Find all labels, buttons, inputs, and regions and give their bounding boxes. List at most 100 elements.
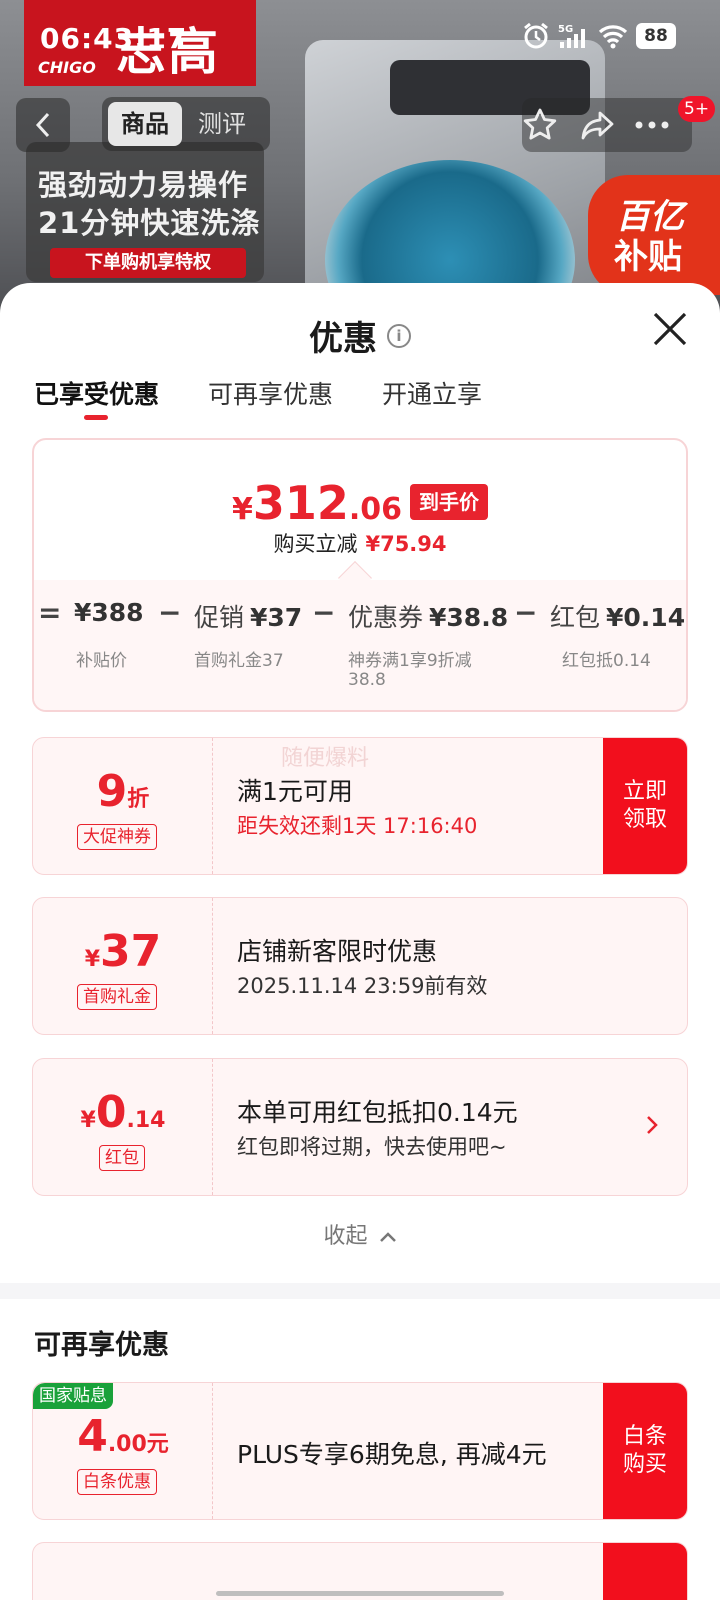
price-integer: 312: [252, 476, 349, 530]
coupon-value-area: ¥37 首购礼金: [33, 898, 213, 1034]
breakdown-op: −: [312, 596, 336, 629]
price-currency: ¥: [231, 492, 253, 527]
coupon-title: 本单可用红包抵扣0.14元: [237, 1098, 518, 1127]
coupon-validity: 2025.11.14 23:59前有效: [237, 974, 488, 998]
breakdown-note: 补贴价: [76, 651, 127, 671]
sheet-title-text: 优惠: [309, 319, 377, 359]
promo-ribbon: 下单购机享特权: [50, 248, 246, 278]
breakdown-value: ¥388: [74, 598, 144, 627]
back-button[interactable]: [16, 98, 70, 152]
coupon-type-label: 红包: [99, 1145, 145, 1171]
more-icon[interactable]: [634, 120, 670, 130]
tab-review[interactable]: 测评: [198, 102, 246, 146]
sheet-title: 优惠 i: [0, 311, 720, 360]
section-divider: [0, 1283, 720, 1299]
button-line-2: 购买: [622, 1452, 667, 1477]
coupon-value-area: 4.00元 白条优惠: [33, 1383, 213, 1519]
tab-activate[interactable]: 开通立享: [382, 375, 482, 411]
breakdown-value: ¥38.8: [429, 603, 509, 632]
tab-more-discounts[interactable]: 可再享优惠: [208, 375, 333, 411]
breakdown-op: =: [38, 596, 62, 629]
status-icons: 5G 88: [522, 22, 676, 50]
final-price: ¥312.06 到手价: [34, 476, 686, 530]
coupon-value-area: ¥0.14 红包: [33, 1059, 213, 1195]
wifi-icon: [598, 25, 628, 49]
savings-value: ¥75.94: [365, 532, 447, 556]
coupon-type-label: 白条优惠: [77, 1469, 157, 1495]
price-breakdown: = ¥388 补贴价 − 促销 ¥37 首购礼金37 − 优惠券 ¥38.8 神券满…: [34, 580, 686, 710]
promo-line-2: 21分钟快速洗涤: [38, 206, 261, 240]
breakdown-value: ¥37: [250, 603, 303, 632]
coupon-title: 满1元可用: [237, 777, 353, 806]
coupon-currency: ¥: [80, 1108, 96, 1133]
breakdown-note: 红包抵0.14: [562, 651, 651, 671]
coupon-value-main: 9: [96, 766, 128, 817]
promo-banner: 强劲动力易操作 21分钟快速洗涤 下单购机享特权: [26, 142, 264, 282]
button-line-1: 立即: [622, 779, 667, 804]
coupon-countdown: 距失效还剩1天 17:16:40: [237, 814, 478, 838]
promo-line-1: 强劲动力易操作: [38, 168, 249, 202]
breakdown-op: −: [158, 596, 182, 629]
coupon-value: 4.00元: [33, 1411, 213, 1462]
coupon-type-label: 大促神券: [77, 824, 157, 850]
baitiao-buy-button[interactable]: 白条 购买: [603, 1383, 687, 1519]
coupon-value-area: 9折 大促神券: [33, 738, 213, 874]
chevron-right-icon: [645, 1113, 659, 1143]
home-indicator: [216, 1591, 504, 1596]
claim-coupon-button[interactable]: 立即 领取: [603, 738, 687, 874]
price-decimal: .06: [348, 492, 403, 527]
close-icon[interactable]: [650, 309, 690, 349]
info-icon[interactable]: i: [387, 323, 411, 348]
breakdown-label: 促销: [194, 603, 245, 632]
button-line-1: 白条: [622, 1424, 667, 1449]
price-summary-card: ¥312.06 到手价 购买立减 ¥75.94 = ¥388 补贴价 − 促销 ¥37…: [32, 438, 688, 712]
alarm-icon: [524, 22, 548, 49]
breakdown-label: 优惠券: [348, 603, 424, 632]
final-price-tag: 到手价: [410, 484, 489, 520]
coupon-value-unit: 折: [127, 787, 150, 812]
battery-indicator: 88: [636, 23, 676, 49]
product-nav-tabs: 商品 测评: [102, 97, 270, 151]
svg-text:5G: 5G: [558, 24, 573, 35]
nav-actions: [522, 98, 692, 152]
coupon-value: ¥37: [33, 926, 213, 977]
signal-5g-icon: 5G: [558, 24, 585, 48]
coupon-title: 店铺新客限时优惠: [237, 937, 438, 966]
tab-enjoyed[interactable]: 已享受优惠: [34, 375, 159, 411]
breakdown-coupon: 优惠券 ¥38.8: [348, 598, 508, 634]
tab-product[interactable]: 商品: [108, 102, 182, 146]
brand-name-en: CHIGO: [38, 58, 96, 77]
partial-card-button[interactable]: [603, 1543, 687, 1600]
notification-badge: 5+: [678, 96, 716, 122]
breakdown-promotion: 促销 ¥37: [194, 598, 302, 634]
breakdown-value: ¥0.14: [606, 603, 686, 632]
coupon-card-red-packet[interactable]: ¥0.14 红包 本单可用红包抵扣0.14元 红包即将过期，快去使用吧~: [32, 1058, 688, 1196]
savings-label: 购买立减: [273, 532, 358, 556]
coupon-type-label: 首购礼金: [77, 984, 157, 1010]
coupon-value-main: 0: [95, 1087, 127, 1138]
coupon-card-gift: ¥37 首购礼金 店铺新客限时优惠 2025.11.14 23:59前有效: [32, 897, 688, 1035]
breakdown-op: −: [514, 596, 538, 629]
breakdown-note: 首购礼金37: [194, 651, 284, 671]
share-icon[interactable]: [580, 107, 616, 143]
breakdown-red-packet: 红包 ¥0.14: [550, 598, 685, 634]
subsidy-line-2: 补贴: [614, 237, 682, 277]
star-icon[interactable]: [522, 107, 558, 143]
status-time: 06:43:17: [40, 22, 188, 55]
coupon-currency: ¥: [84, 947, 101, 972]
coupon-card-baitiao: 国家贴息 4.00元 白条优惠 PLUS专享6期免息, 再减4元 白条 购买: [32, 1382, 688, 1520]
coupon-value-unit: .00元: [107, 1432, 169, 1457]
section-title-more-discounts: 可再享优惠: [34, 1330, 169, 1361]
collapse-button[interactable]: 收起: [0, 1218, 720, 1250]
coupon-card-discount: 9折 大促神券 随便爆料 满1元可用 距失效还剩1天 17:16:40 立即 领…: [32, 737, 688, 875]
button-line-2: 领取: [622, 807, 667, 832]
breakdown-label: 红包: [550, 603, 601, 632]
collapse-label: 收起: [323, 1224, 368, 1249]
breakdown-subsidy-price: ¥388: [74, 598, 144, 627]
active-tab-indicator: [84, 415, 108, 420]
coupon-value: 9折: [33, 766, 213, 817]
breakdown-note: 38.8: [348, 670, 386, 690]
coupon-hint: 红包即将过期，快去使用吧~: [237, 1135, 507, 1159]
discount-sheet: 优惠 i 已享受优惠 可再享优惠 开通立享 ¥312.06 到手价 购买立减 ¥75…: [0, 283, 720, 1600]
savings-line: 购买立减 ¥75.94: [34, 528, 686, 558]
